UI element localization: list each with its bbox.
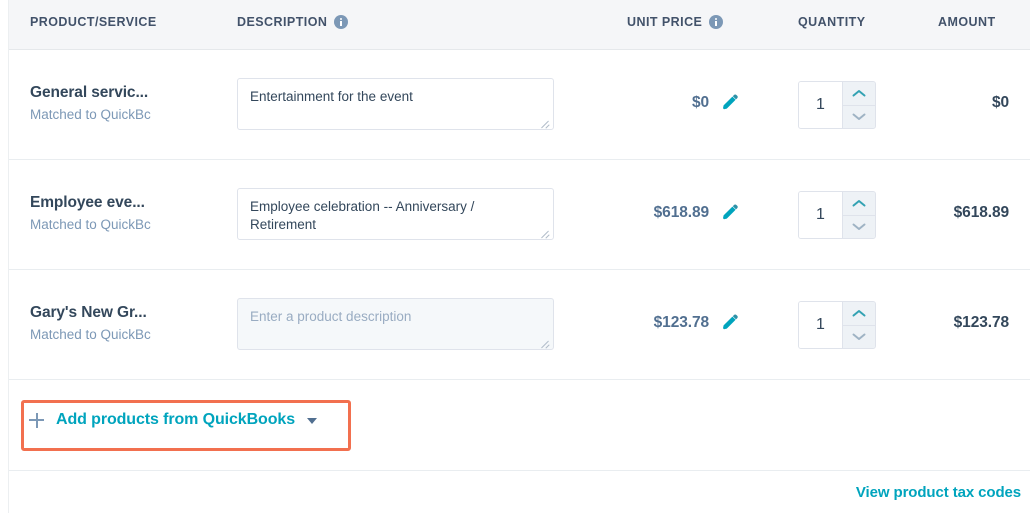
page-left-gutter <box>0 0 9 513</box>
description-input[interactable]: Employee celebration -- Anniversary / Re… <box>237 188 554 240</box>
quantity-spinner <box>843 302 875 348</box>
column-header-product-label: PRODUCT/SERVICE <box>30 15 157 29</box>
chevron-down-icon[interactable] <box>843 104 875 129</box>
description-cell: Employee celebration -- Anniversary / Re… <box>237 188 554 240</box>
quantity-stepper[interactable] <box>798 191 876 239</box>
pencil-icon[interactable] <box>721 204 739 222</box>
chevron-up-icon[interactable] <box>843 192 875 215</box>
table-row: Employee eve... Matched to QuickBc Emplo… <box>9 160 1030 270</box>
description-cell: Enter a product description <box>237 298 554 350</box>
pencil-icon[interactable] <box>721 314 739 332</box>
table-footer: View product tax codes <box>9 470 1030 513</box>
quantity-input[interactable] <box>799 82 843 128</box>
chevron-up-icon[interactable] <box>843 302 875 325</box>
product-line-items-table: PRODUCT/SERVICE DESCRIPTION UNIT PRICE Q… <box>0 0 1030 513</box>
chevron-up-icon[interactable] <box>843 82 875 105</box>
unit-price-value: $0 <box>691 94 709 111</box>
chevron-down-icon <box>307 418 317 424</box>
quantity-input[interactable] <box>799 192 843 238</box>
quantity-stepper[interactable] <box>798 81 876 129</box>
quantity-stepper[interactable] <box>798 301 876 349</box>
add-products-from-quickbooks-button[interactable]: Add products from QuickBooks <box>29 411 317 429</box>
product-name: General servic... <box>30 84 149 101</box>
info-icon[interactable] <box>334 15 349 29</box>
add-products-label: Add products from QuickBooks <box>56 411 295 428</box>
product-cell[interactable]: Gary's New Gr... Matched to QuickBc <box>30 303 220 345</box>
amount-value: $618.89 <box>953 204 1009 221</box>
unit-price-value: $123.78 <box>653 314 709 331</box>
amount-value: $0 <box>991 94 1009 111</box>
product-match-status: Matched to QuickBc <box>30 327 151 342</box>
product-match-status: Matched to QuickBc <box>30 107 151 122</box>
product-match-status: Matched to QuickBc <box>30 217 151 232</box>
column-header-unit-price: UNIT PRICE <box>627 15 724 29</box>
product-cell[interactable]: General servic... Matched to QuickBc <box>30 83 220 125</box>
quantity-spinner <box>843 82 875 128</box>
unit-price-value: $618.89 <box>653 204 709 221</box>
chevron-down-icon[interactable] <box>843 324 875 349</box>
product-cell[interactable]: Employee eve... Matched to QuickBc <box>30 193 220 235</box>
column-header-amount: AMOUNT <box>938 15 996 29</box>
add-products-area: Add products from QuickBooks <box>9 380 1030 470</box>
product-name: Gary's New Gr... <box>30 304 147 321</box>
table-row: General servic... Matched to QuickBc Ent… <box>9 50 1030 160</box>
table-row: Gary's New Gr... Matched to QuickBc Ente… <box>9 270 1030 380</box>
description-cell: Entertainment for the event <box>237 78 554 130</box>
description-input[interactable]: Enter a product description <box>237 298 554 350</box>
table-header-row: PRODUCT/SERVICE DESCRIPTION UNIT PRICE Q… <box>9 0 1030 50</box>
column-header-description-label: DESCRIPTION <box>237 15 328 29</box>
chevron-down-icon[interactable] <box>843 214 875 239</box>
quantity-spinner <box>843 192 875 238</box>
product-name: Employee eve... <box>30 194 145 211</box>
quantity-input[interactable] <box>799 302 843 348</box>
column-header-quantity: QUANTITY <box>798 15 866 29</box>
plus-icon <box>29 412 44 428</box>
description-input[interactable]: Entertainment for the event <box>237 78 554 130</box>
pencil-icon[interactable] <box>721 94 739 112</box>
amount-value: $123.78 <box>953 314 1009 331</box>
column-header-unit-price-label: UNIT PRICE <box>627 15 703 29</box>
column-header-amount-label: AMOUNT <box>938 15 996 29</box>
view-product-tax-codes-link[interactable]: View product tax codes <box>856 484 1021 501</box>
info-icon[interactable] <box>709 15 724 29</box>
column-header-description: DESCRIPTION <box>237 15 349 29</box>
column-header-quantity-label: QUANTITY <box>798 15 866 29</box>
column-header-product: PRODUCT/SERVICE <box>30 15 157 29</box>
